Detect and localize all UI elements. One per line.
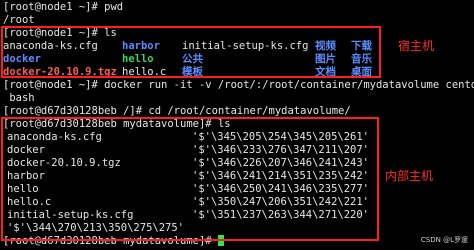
- terminal-line: [root@node1 ~]# docker run -it -v /root/…: [3, 79, 474, 92]
- watermark: CSDN @L罗邃: [420, 236, 468, 244]
- host-annotation-box: [1, 26, 381, 78]
- terminal-line: [root@node1 ~]# pwd: [3, 1, 471, 14]
- host-label: 宿主机: [398, 39, 435, 53]
- command: docker run -it -v /root/:/root/container…: [97, 79, 474, 91]
- prompt: [root@node1 ~]#: [3, 79, 98, 91]
- container-annotation-box: [1, 117, 379, 241]
- prompt: [root@d67d30128beb /]#: [3, 105, 143, 117]
- command: cd /root/container/mydatavolume/: [142, 105, 351, 117]
- container-label: 内部主机: [385, 169, 434, 183]
- output-line: bash: [3, 92, 35, 104]
- prompt: [root@node1 ~]#: [3, 1, 98, 13]
- command: pwd: [97, 1, 124, 13]
